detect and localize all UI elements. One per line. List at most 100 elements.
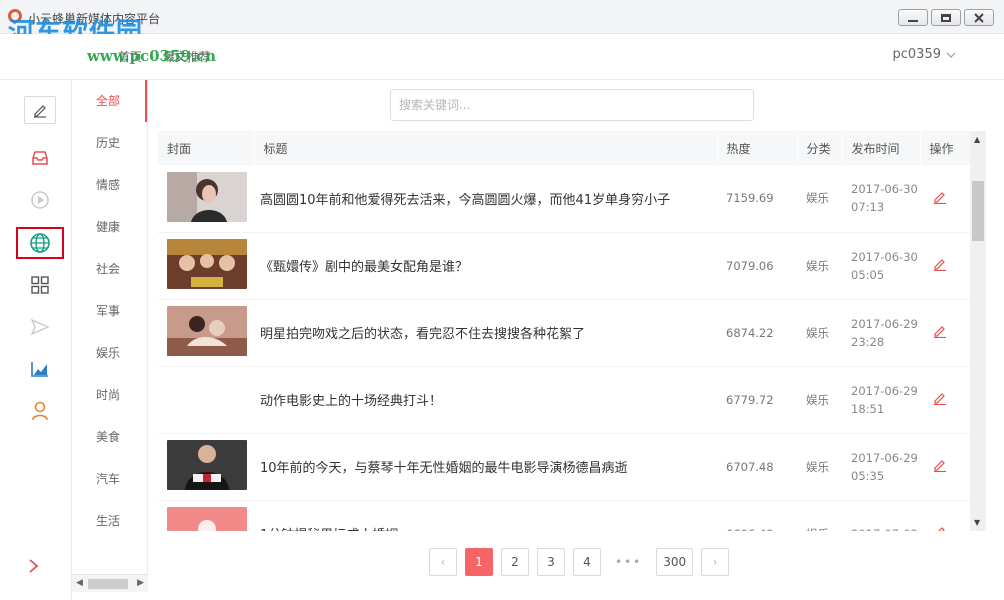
pagination: ‹ 1 2 3 4 ••• 300 › <box>429 548 730 576</box>
rail-item-publish[interactable] <box>20 311 60 343</box>
page-ellipsis[interactable]: ••• <box>609 548 649 576</box>
cover-image[interactable] <box>167 171 247 222</box>
scroll-right-icon[interactable]: ▶ <box>137 578 144 588</box>
last-page-button[interactable]: 300 <box>656 548 694 576</box>
table-row[interactable]: 动作电影史上的十场经典打斗！ 6779.72 娱乐 2017-06-29 18:5… <box>158 366 970 433</box>
chevron-right-icon <box>29 559 39 573</box>
article-title[interactable]: 动作电影史上的十场经典打斗！ <box>254 366 717 433</box>
publish-date: 2017-06-30 <box>851 182 918 197</box>
category-item[interactable]: 美食 <box>72 416 147 458</box>
publish-date: 2017-06-30 <box>851 249 918 264</box>
close-icon <box>974 12 984 23</box>
compose-button[interactable] <box>24 96 56 124</box>
category-list: 全部 历史 情感 健康 社会 军事 娱乐 时尚 美食 汽车 生活 <box>72 80 148 590</box>
cover-image[interactable] <box>167 440 247 490</box>
scrollbar-thumb[interactable] <box>972 181 984 241</box>
pencil-icon <box>938 527 945 531</box>
cover-cell <box>158 500 254 531</box>
publish-time: 2017-06-29 05:35 <box>842 433 920 500</box>
category-value: 娱乐 <box>806 392 829 407</box>
publish-date: 2017-06-29 <box>851 450 918 465</box>
category-item[interactable]: 全部 <box>72 80 147 122</box>
category-item[interactable]: 娱乐 <box>72 332 147 374</box>
table-row[interactable]: 1分钟揭秘男坛成人婚姻 6606.49 娱乐 2017-07-03 <box>158 500 970 531</box>
category-item[interactable]: 汽车 <box>72 458 147 500</box>
category-item[interactable]: 军事 <box>72 290 147 332</box>
rail-item-inbox[interactable] <box>20 142 60 174</box>
publish-date: 2017-07-03 <box>851 527 918 532</box>
cover-image[interactable] <box>167 306 247 356</box>
minimize-button[interactable] <box>898 9 928 26</box>
category-item[interactable]: 情感 <box>72 164 147 206</box>
minimize-icon <box>908 19 918 22</box>
table-row[interactable]: 明星拍完吻戏之后的状态，看完忍不住去搜搜各种花絮了 6874.22 娱乐 201… <box>158 299 970 366</box>
chart-icon <box>31 362 48 377</box>
edit-button[interactable] <box>933 391 947 405</box>
user-name: pc0359 <box>892 47 941 62</box>
column-header-cover: 封面 <box>158 131 255 165</box>
category-item[interactable]: 健康 <box>72 206 147 248</box>
publish-date: 2017-06-29 <box>851 316 918 331</box>
pencil-icon <box>934 393 946 405</box>
rail-expand-button[interactable] <box>28 558 40 578</box>
column-header-actions: 操作 <box>920 131 970 165</box>
scroll-left-icon[interactable]: ◀ <box>76 578 83 588</box>
edit-button[interactable] <box>933 324 947 338</box>
category-value: 娱乐 <box>806 459 829 474</box>
pencil-icon <box>34 105 46 118</box>
article-title[interactable]: 10年前的今天，与蔡琴十年无性婚姻的最牛电影导演杨德昌病逝 <box>254 433 717 500</box>
grid-icon <box>31 276 49 294</box>
pencil-icon <box>934 259 946 271</box>
page-button[interactable]: 1 <box>465 548 493 576</box>
page-button[interactable]: 3 <box>537 548 565 576</box>
edit-button[interactable] <box>933 257 947 271</box>
rail-item-apps[interactable] <box>20 269 60 301</box>
table-vertical-scrollbar[interactable]: ▲ ▼ <box>970 131 986 531</box>
edit-button[interactable] <box>933 525 947 531</box>
rail-item-video[interactable] <box>20 184 60 216</box>
pencil-icon <box>934 191 946 204</box>
publish-clock: 18:51 <box>851 401 885 416</box>
actions-cell <box>920 366 970 433</box>
category-item[interactable]: 社会 <box>72 248 147 290</box>
category-item[interactable]: 时尚 <box>72 374 147 416</box>
scrollbar-thumb[interactable] <box>88 579 128 589</box>
search-input[interactable] <box>390 89 754 121</box>
article-title[interactable]: 《甄嬛传》剧中的最美女配角是谁？ <box>254 232 717 299</box>
user-menu[interactable]: pc0359 <box>893 47 956 62</box>
article-title[interactable]: 1分钟揭秘男坛成人婚姻 <box>254 500 717 531</box>
column-header-publish-time[interactable]: 发布时间 <box>842 131 921 165</box>
rail-item-hot-articles[interactable] <box>16 227 64 259</box>
maximize-button[interactable] <box>931 9 961 26</box>
next-page-button[interactable]: › <box>701 548 730 576</box>
table-row[interactable]: 高圆圆10年前和他爱得死去活来，今高圆圆火爆，而他41岁单身穷小子 7159.6… <box>158 165 970 232</box>
publish-time: 2017-06-30 05:05 <box>842 232 920 299</box>
edit-button[interactable] <box>933 190 947 204</box>
scroll-up-icon[interactable]: ▲ <box>974 135 980 144</box>
rail-item-profile[interactable] <box>20 395 60 427</box>
column-header-heat[interactable]: 热度 <box>717 131 798 165</box>
table-row[interactable]: 《甄嬛传》剧中的最美女配角是谁？ 7079.06 娱乐 2017-06-30 05… <box>158 232 970 299</box>
article-title[interactable]: 高圆圆10年前和他爱得死去活来，今高圆圆火爆，而他41岁单身穷小子 <box>254 165 717 232</box>
actions-cell <box>920 232 970 299</box>
table-row[interactable]: 10年前的今天，与蔡琴十年无性婚姻的最牛电影导演杨德昌病逝 6707.48 娱乐… <box>158 433 970 500</box>
rail-item-analytics[interactable] <box>20 353 60 385</box>
edit-button[interactable] <box>933 458 947 472</box>
cover-cell <box>158 165 254 232</box>
cover-image[interactable] <box>167 239 247 289</box>
cover-image[interactable] <box>167 507 247 531</box>
publish-date: 2017-06-29 <box>851 383 918 398</box>
category-item[interactable]: 历史 <box>72 122 147 164</box>
category-value: 娱乐 <box>806 258 829 273</box>
user-icon <box>32 401 48 421</box>
page-button[interactable]: 4 <box>573 548 601 576</box>
scroll-down-icon[interactable]: ▼ <box>974 518 980 527</box>
close-button[interactable] <box>964 9 994 26</box>
page-button[interactable]: 2 <box>501 548 529 576</box>
watermark-url: www.pc0359.cn <box>87 47 217 65</box>
category-horizontal-scrollbar[interactable]: ◀ ▶ <box>72 574 148 592</box>
prev-page-button[interactable]: ‹ <box>429 548 457 576</box>
chevron-down-icon <box>946 52 956 58</box>
category-item[interactable]: 生活 <box>72 500 147 542</box>
article-title[interactable]: 明星拍完吻戏之后的状态，看完忍不住去搜搜各种花絮了 <box>254 299 717 366</box>
